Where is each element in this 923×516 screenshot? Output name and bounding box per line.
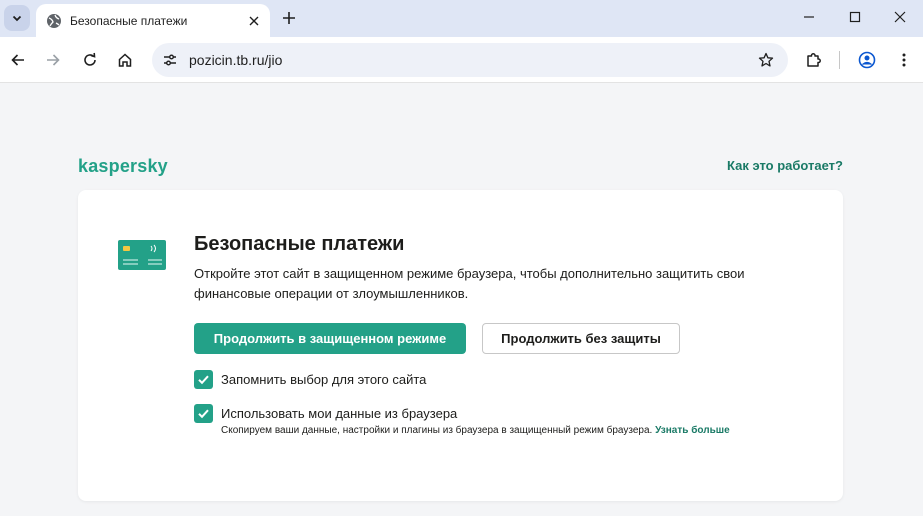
home-icon (118, 53, 132, 67)
checkmark-icon (198, 409, 209, 419)
forward-button[interactable] (38, 45, 68, 75)
how-it-works-link[interactable]: Как это работает? (727, 158, 843, 173)
tune-icon (164, 54, 176, 66)
continue-protected-button[interactable]: Продолжить в защищенном режиме (194, 323, 466, 354)
puzzle-icon (807, 53, 821, 67)
home-button[interactable] (110, 45, 140, 75)
toolbar-divider (839, 51, 840, 69)
close-icon (249, 16, 259, 25)
arrow-left-icon (11, 54, 24, 66)
close-tab-button[interactable] (244, 11, 264, 31)
continue-unprotected-button[interactable]: Продолжить без защиты (482, 323, 680, 354)
use-browser-data-row[interactable]: Использовать мои данные из браузера (194, 404, 457, 423)
plus-icon (283, 12, 295, 24)
kaspersky-logo: kaspersky (78, 156, 168, 176)
chevron-down-icon (12, 15, 22, 22)
learn-more-link[interactable]: Узнать больше (655, 425, 730, 436)
browser-toolbar: pozicin.tb.ru/jio (0, 37, 923, 83)
tab-title: Безопасные платежи (70, 13, 188, 28)
use-browser-data-checkbox[interactable] (194, 404, 213, 423)
back-button[interactable] (3, 45, 33, 75)
new-tab-button[interactable] (278, 7, 300, 29)
arrow-right-icon (47, 54, 60, 66)
card-description: Откройте этот сайт в защищенном режиме б… (194, 266, 745, 301)
credit-card-icon (118, 240, 166, 275)
url-text[interactable]: pozicin.tb.ru/jio (189, 52, 282, 68)
safe-payments-card: Безопасные платежи Откройте этот сайт в … (78, 190, 843, 501)
reload-icon (84, 52, 96, 66)
tab-strip: Безопасные платежи (0, 0, 923, 37)
address-bar[interactable]: pozicin.tb.ru/jio (152, 43, 788, 77)
profile-button[interactable] (852, 45, 882, 75)
menu-button[interactable] (889, 45, 919, 75)
reload-button[interactable] (75, 45, 105, 75)
tab-search-button[interactable] (4, 5, 30, 31)
remember-choice-row[interactable]: Запомнить выбор для этого сайта (194, 370, 426, 389)
globe-icon (46, 13, 62, 29)
remember-choice-label: Запомнить выбор для этого сайта (221, 372, 427, 387)
use-browser-data-label: Использовать мои данные из браузера (221, 406, 458, 421)
close-icon (894, 11, 906, 23)
remember-choice-checkbox[interactable] (194, 370, 213, 389)
browser-data-note-text: Скопируем ваши данные, настройки и плаги… (221, 425, 653, 436)
maximize-button[interactable] (832, 0, 878, 34)
browser-tab[interactable]: Безопасные платежи (36, 4, 270, 37)
card-title: Безопасные платежи (194, 233, 405, 255)
more-vert-icon (902, 53, 906, 67)
extensions-button[interactable] (799, 45, 829, 75)
close-window-button[interactable] (877, 0, 923, 34)
maximize-icon (849, 11, 861, 23)
minimize-icon (804, 16, 814, 18)
checkmark-icon (198, 375, 209, 385)
site-info-button[interactable] (158, 48, 182, 72)
account-icon (858, 51, 876, 69)
minimize-button[interactable] (786, 0, 832, 34)
browser-data-note: Скопируем ваши данные, настройки и плаги… (221, 425, 730, 436)
star-icon (758, 52, 774, 67)
bookmark-button[interactable] (754, 48, 778, 72)
